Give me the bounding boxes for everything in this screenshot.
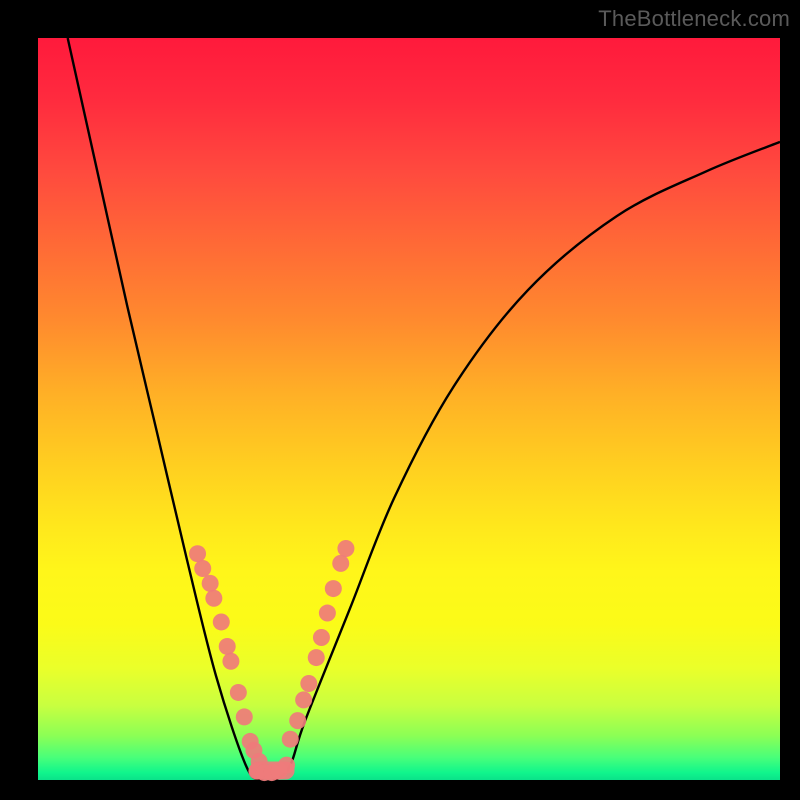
- scatter-point: [295, 691, 312, 708]
- scatter-point: [194, 560, 211, 577]
- scatter-point: [205, 590, 222, 607]
- scatter-point: [308, 649, 325, 666]
- chart-svg: [38, 38, 780, 780]
- scatter-point: [202, 575, 219, 592]
- curve-path: [68, 38, 780, 782]
- scatter-point: [325, 580, 342, 597]
- scatter-point: [289, 712, 306, 729]
- scatter-point: [337, 540, 354, 557]
- scatter-point: [230, 684, 247, 701]
- scatter-point: [213, 613, 230, 630]
- scatter-point: [236, 708, 253, 725]
- scatter-point: [300, 675, 317, 692]
- scatter-point: [319, 605, 336, 622]
- plot-area: [38, 38, 780, 780]
- chart-frame: TheBottleneck.com: [0, 0, 800, 800]
- scatter-point: [189, 545, 206, 562]
- watermark-text: TheBottleneck.com: [598, 6, 790, 32]
- scatter-point: [313, 629, 330, 646]
- scatter-point: [282, 731, 299, 748]
- scatter-point: [332, 555, 349, 572]
- scatter-point: [219, 638, 236, 655]
- main-curve: [68, 38, 780, 782]
- scatter-point: [278, 757, 295, 774]
- scatter-point: [222, 653, 239, 670]
